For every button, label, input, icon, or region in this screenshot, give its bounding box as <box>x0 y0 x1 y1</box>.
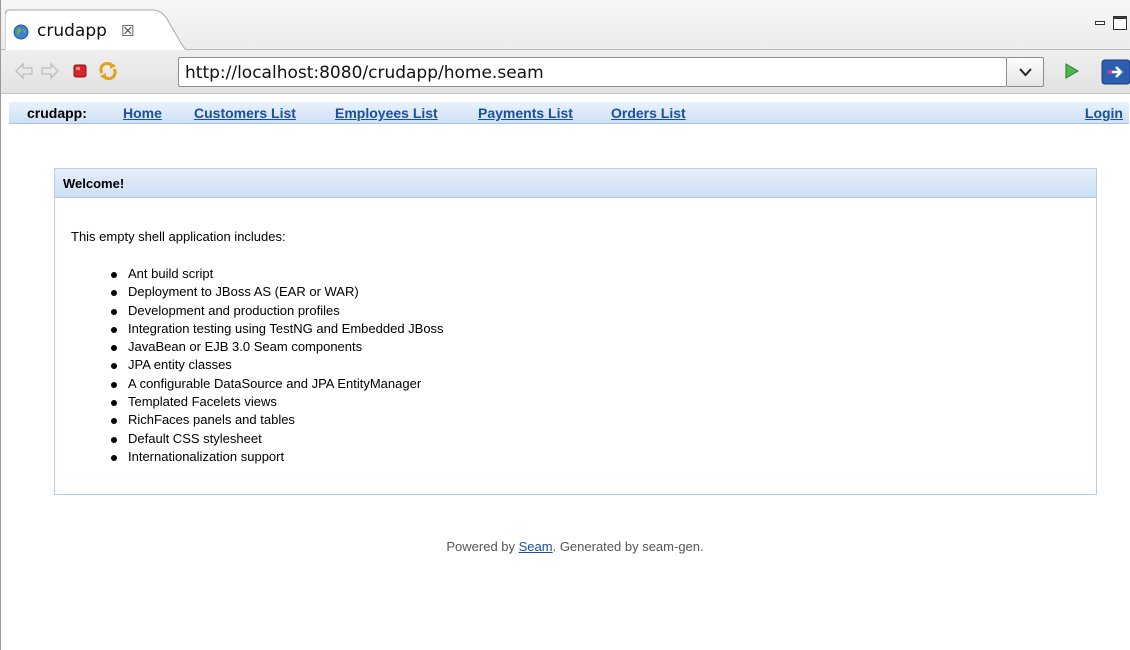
list-item: Default CSS stylesheet <box>109 430 444 448</box>
refresh-icon[interactable] <box>97 60 119 82</box>
list-item: RichFaces panels and tables <box>109 411 444 429</box>
forward-arrow-icon[interactable] <box>39 60 61 82</box>
nav-home-link[interactable]: Home <box>123 105 162 121</box>
maximize-icon[interactable] <box>1113 16 1127 30</box>
page-footer: Powered by Seam. Generated by seam-gen. <box>1 539 1130 554</box>
globe-icon <box>13 24 29 40</box>
browser-window: crudapp ☒ http://localhost:8080/crudapp/… <box>0 0 1130 650</box>
tab-title: crudapp <box>37 21 107 41</box>
nav-orders-list-link[interactable]: Orders List <box>611 105 686 121</box>
nav-customers-list-link[interactable]: Customers List <box>194 105 296 121</box>
url-dropdown-button[interactable] <box>1007 57 1044 87</box>
footer-suffix: . Generated by seam-gen. <box>552 539 704 554</box>
go-icon[interactable] <box>1060 60 1082 82</box>
app-menu-bar: crudapp: Home Customers List Employees L… <box>9 102 1129 124</box>
list-item: JPA entity classes <box>109 356 444 374</box>
nav-payments-list-link[interactable]: Payments List <box>478 105 573 121</box>
panel-title: Welcome! <box>63 176 125 191</box>
list-item: Deployment to JBoss AS (EAR or WAR) <box>109 283 444 301</box>
panel-header: Welcome! <box>55 169 1096 198</box>
login-link[interactable]: Login <box>1085 105 1123 121</box>
list-item: Ant build script <box>109 265 444 283</box>
stop-icon[interactable] <box>69 60 91 82</box>
minimize-icon[interactable] <box>1095 21 1105 25</box>
welcome-panel: Welcome! This empty shell application in… <box>54 168 1097 495</box>
chevron-down-icon <box>1019 68 1032 77</box>
tab-crudapp[interactable]: crudapp ☒ <box>5 9 187 51</box>
tab-strip: crudapp ☒ <box>1 0 1130 51</box>
close-tab-icon[interactable]: ☒ <box>121 22 134 40</box>
feature-list: Ant build script Deployment to JBoss AS … <box>109 265 444 466</box>
list-item: A configurable DataSource and JPA Entity… <box>109 375 444 393</box>
list-item: JavaBean or EJB 3.0 Seam components <box>109 338 444 356</box>
list-item: Development and production profiles <box>109 302 444 320</box>
app-brand: crudapp: <box>27 105 87 121</box>
list-item: Internationalization support <box>109 448 444 466</box>
window-controls <box>1095 16 1130 32</box>
open-external-icon[interactable] <box>1101 59 1130 85</box>
seam-link[interactable]: Seam <box>519 539 553 554</box>
list-item: Integration testing using TestNG and Emb… <box>109 320 444 338</box>
back-arrow-icon[interactable] <box>13 60 35 82</box>
nav-employees-list-link[interactable]: Employees List <box>335 105 438 121</box>
footer-prefix: Powered by <box>446 539 519 554</box>
url-input[interactable]: http://localhost:8080/crudapp/home.seam <box>178 57 1007 87</box>
url-text: http://localhost:8080/crudapp/home.seam <box>185 63 544 83</box>
browser-toolbar: http://localhost:8080/crudapp/home.seam <box>1 50 1130 94</box>
panel-body: This empty shell application includes: A… <box>71 229 444 466</box>
intro-text: This empty shell application includes: <box>71 229 286 244</box>
list-item: Templated Facelets views <box>109 393 444 411</box>
